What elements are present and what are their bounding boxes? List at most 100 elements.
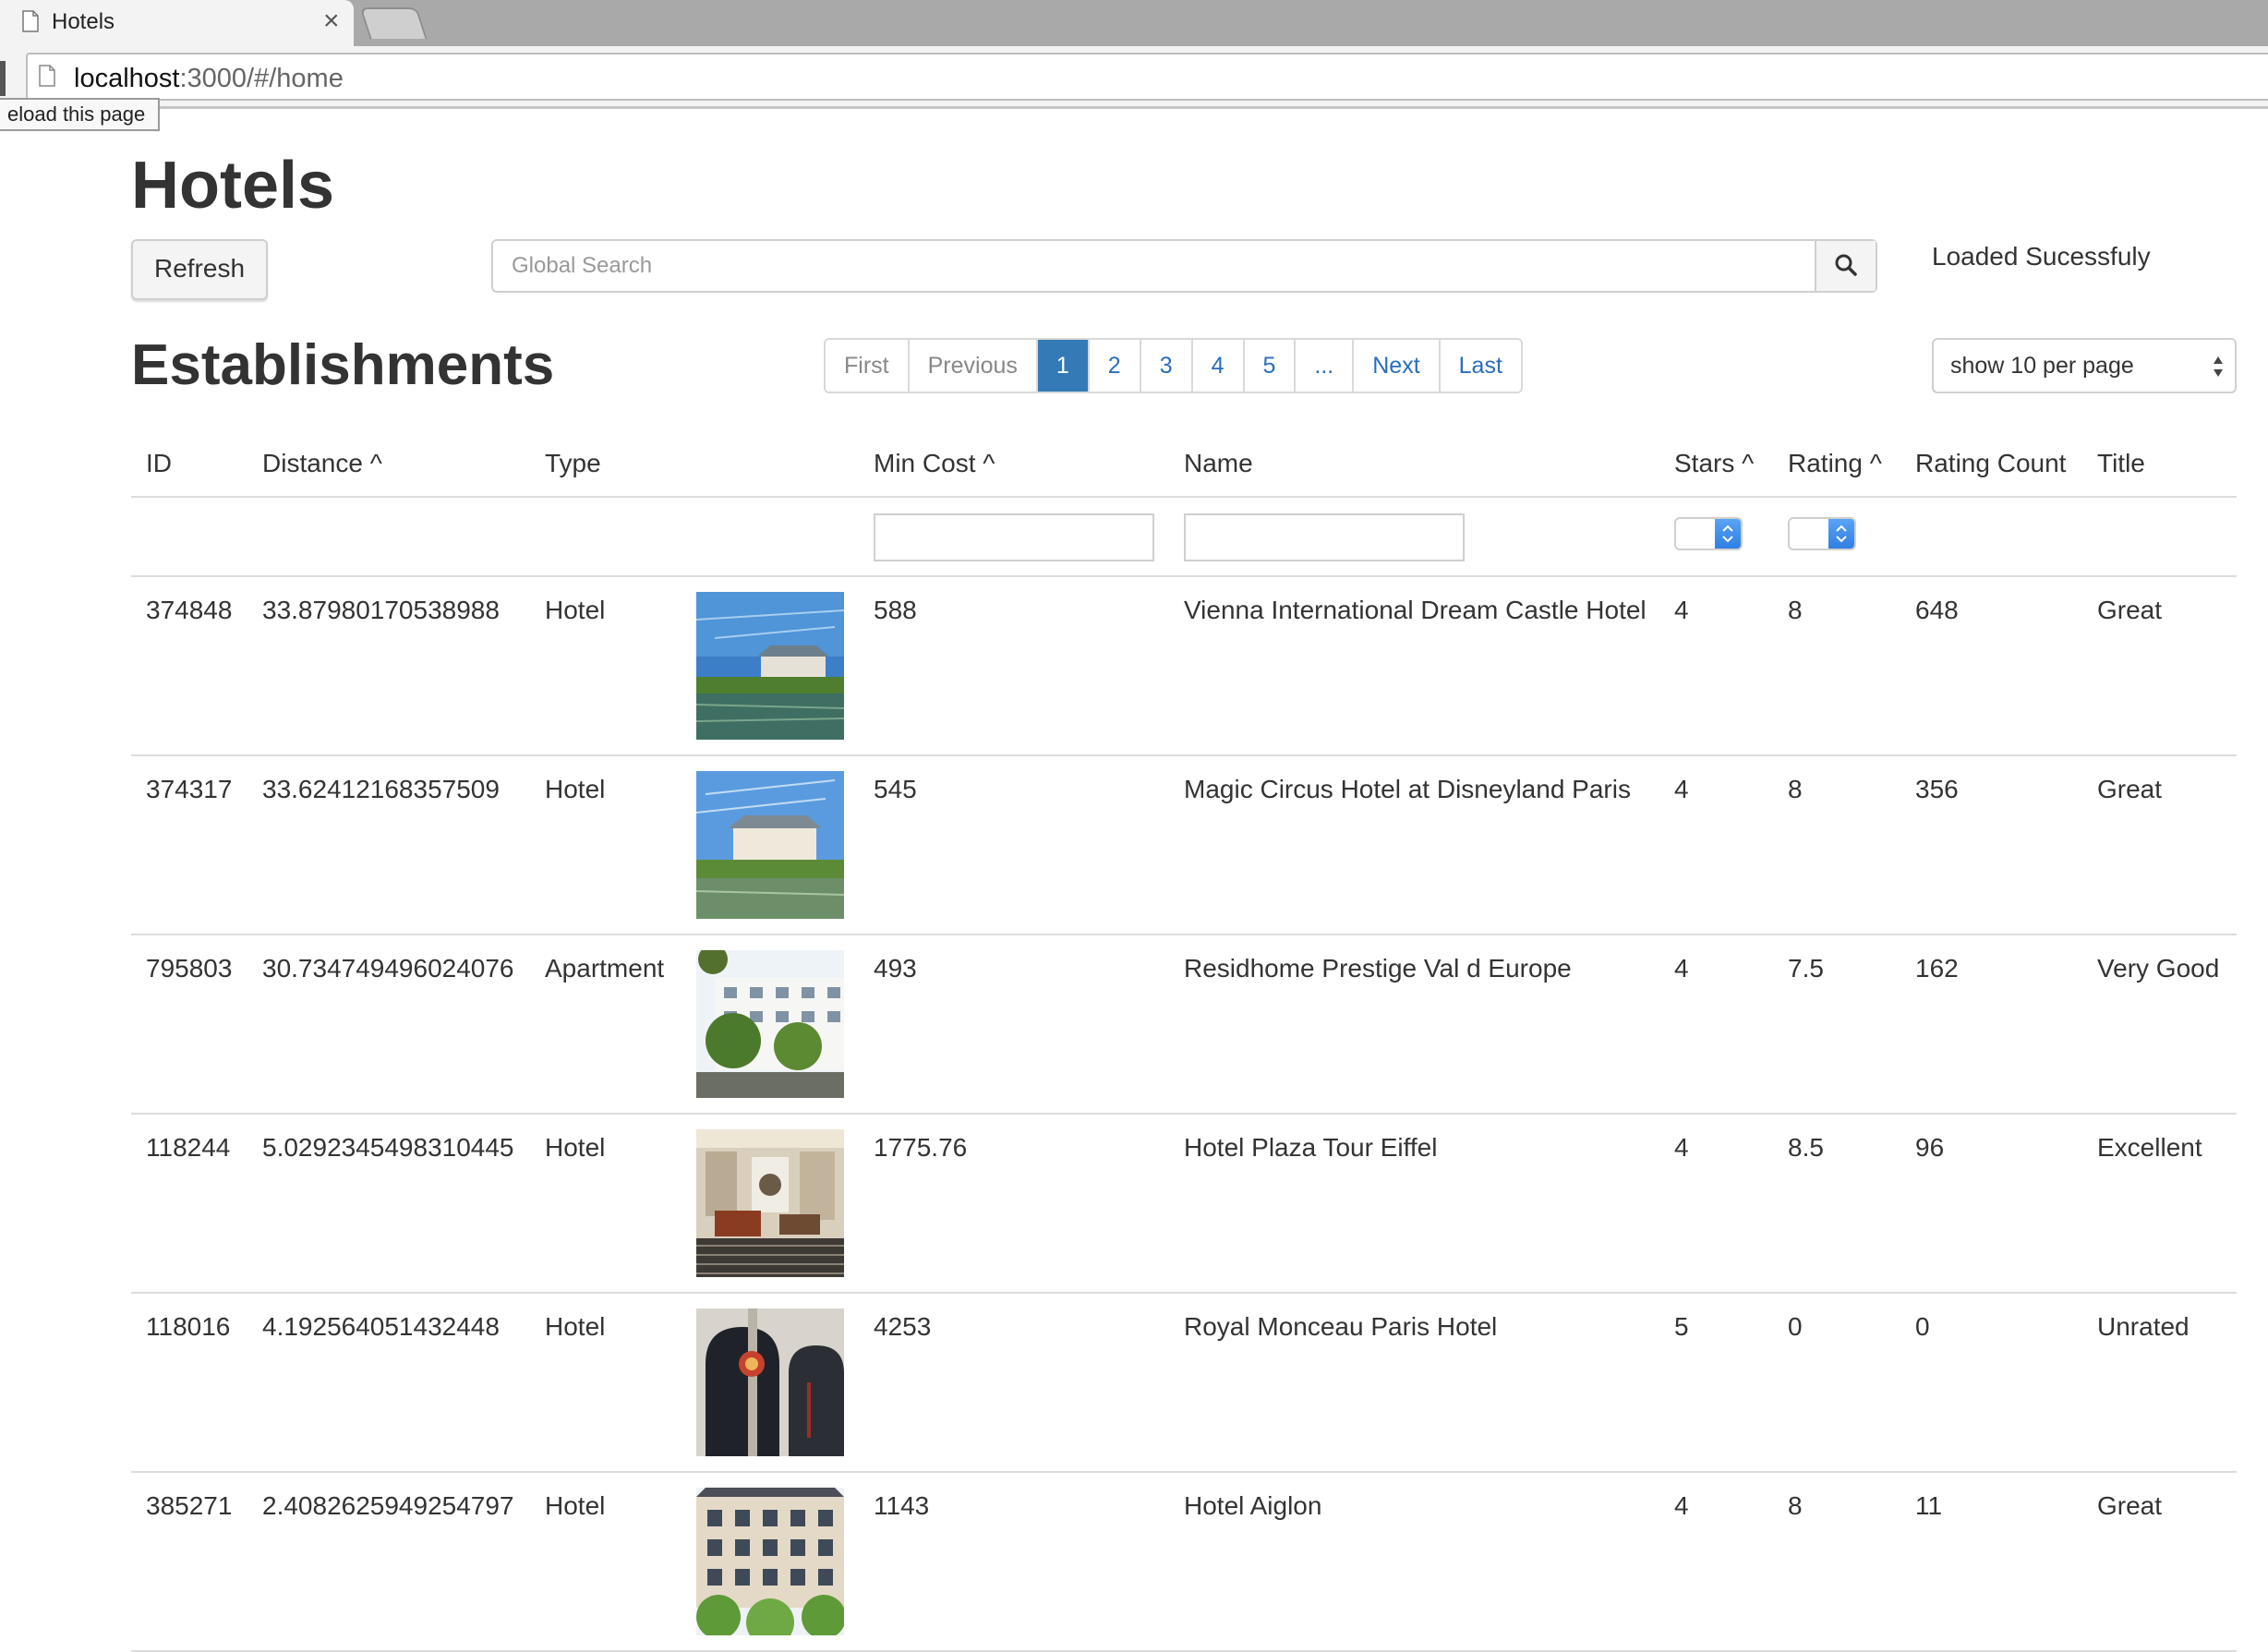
header-stars[interactable]: Stars ^ [1674,449,1754,478]
cell-min-cost: 1775.76 [874,1133,968,1162]
cell-stars: 4 [1674,775,1689,803]
cell-min-cost: 588 [874,596,917,624]
cell-rating: 8 [1788,775,1803,803]
page-first[interactable]: First [826,340,910,392]
rating-filter-select[interactable] [1788,517,1856,550]
table-row[interactable]: 374317 33.62412168357509 Hotel 545 Magic… [131,756,2237,935]
cell-min-cost: 1143 [874,1491,930,1520]
select-arrows-icon [2214,356,2223,377]
hotel-thumbnail [696,1129,844,1277]
cell-id: 118244 [146,1133,231,1162]
cell-stars: 4 [1674,954,1689,983]
cell-id: 385271 [146,1491,233,1520]
global-search [491,239,1877,293]
header-rating[interactable]: Rating ^ [1788,449,1882,478]
pagination: First Previous 1 2 3 4 5 ... Next Last [824,338,1523,393]
browser-tab-bar: Hotels × [0,0,2268,46]
page-1[interactable]: 1 [1037,340,1090,392]
cell-distance: 4.192564051432448 [262,1312,500,1341]
cell-id: 118016 [146,1312,231,1341]
status-message: Loaded Sucessfuly [1932,242,2151,271]
stars-filter-select[interactable] [1674,517,1743,550]
cell-rating-count: 162 [1915,954,1959,983]
header-min-cost[interactable]: Min Cost ^ [874,449,995,478]
header-divider [131,496,2237,498]
cell-rating: 7.5 [1788,954,1824,983]
page-last[interactable]: Last [1440,340,1521,392]
cell-type: Hotel [545,1312,606,1341]
cell-name[interactable]: Vienna International Dream Castle Hotel [1184,596,1647,625]
address-bar[interactable]: localhost:3000/#/home [26,53,2268,101]
page-icon [39,65,55,87]
page-previous[interactable]: Previous [909,340,1038,392]
header-distance[interactable]: Distance ^ [262,449,382,478]
per-page-value: show 10 per page [1950,353,2134,379]
url-text: localhost:3000/#/home [74,64,344,94]
header-title[interactable]: Title [2097,449,2145,478]
refresh-button[interactable]: Refresh [131,239,268,300]
cell-id: 374848 [146,596,233,624]
close-icon[interactable]: × [323,6,340,37]
cell-distance: 5.0292345498310445 [262,1133,514,1162]
cell-rating: 0 [1788,1312,1803,1341]
reload-button-edge[interactable] [0,61,6,96]
name-filter-input[interactable] [1184,513,1465,561]
header-id[interactable]: ID [146,449,172,478]
cell-min-cost: 4253 [874,1312,932,1341]
cell-stars: 5 [1674,1312,1689,1341]
cell-type: Hotel [545,775,606,803]
table-row[interactable]: 374848 33.87980170538988 Hotel 588 Vienn… [131,577,2237,756]
cell-rating-count: 96 [1915,1133,1945,1162]
cell-title: Unrated [2097,1312,2190,1341]
hotel-thumbnail [696,1308,844,1456]
url-host: localhost [74,64,180,93]
hotel-thumbnail [696,771,844,919]
cell-type: Hotel [545,596,606,624]
browser-tab[interactable]: Hotels × [0,0,354,46]
page-5[interactable]: 5 [1244,340,1297,392]
cell-name[interactable]: Hotel Aiglon [1184,1491,1321,1521]
page-icon [22,10,39,32]
table-row[interactable]: 118244 5.0292345498310445 Hotel 1775.76 … [131,1115,2237,1294]
cell-rating-count: 0 [1915,1312,1930,1341]
search-icon [1835,254,1857,276]
cell-title: Great [2097,1491,2163,1520]
page-ellipsis[interactable]: ... [1296,340,1355,392]
cell-rating-count: 356 [1915,775,1959,803]
cell-distance: 33.62412168357509 [262,775,500,803]
cell-rating: 8 [1788,1491,1803,1520]
cell-rating-count: 648 [1915,596,1959,624]
min-cost-filter-input[interactable] [874,513,1154,561]
cell-rating-count: 11 [1915,1491,1943,1520]
cell-min-cost: 493 [874,954,917,983]
header-type[interactable]: Type [545,449,601,478]
header-name[interactable]: Name [1184,449,1253,478]
stepper-icon [1722,525,1733,543]
table-row[interactable]: 118016 4.192564051432448 Hotel 4253 Roya… [131,1294,2237,1473]
page-3[interactable]: 3 [1140,340,1193,392]
cell-type: Hotel [545,1491,606,1520]
browser-toolbar: localhost:3000/#/home [0,46,2268,109]
hotel-thumbnail [696,592,844,740]
cell-name[interactable]: Royal Monceau Paris Hotel [1184,1312,1497,1342]
cell-name[interactable]: Magic Circus Hotel at Disneyland Paris [1184,775,1631,804]
cell-type: Hotel [545,1133,606,1162]
page-4[interactable]: 4 [1192,340,1245,392]
new-tab-button[interactable] [359,7,428,39]
url-path: :3000/#/home [179,64,344,93]
table-row[interactable]: 795803 30.734749496024076 Apartment 493 … [131,935,2237,1115]
table-row[interactable]: 385271 2.4082625949254797 Hotel 1143 Hot… [131,1473,2237,1652]
cell-min-cost: 545 [874,775,917,803]
cell-type: Apartment [545,954,665,983]
search-button[interactable] [1815,241,1876,291]
search-input[interactable] [493,241,1816,291]
per-page-select[interactable]: show 10 per page [1932,338,2237,393]
cell-rating: 8.5 [1788,1133,1824,1162]
cell-title: Great [2097,596,2163,624]
cell-name[interactable]: Residhome Prestige Val d Europe [1184,954,1572,983]
header-rating-count[interactable]: Rating Count [1915,449,2066,478]
reload-tooltip: eload this page [0,98,161,131]
cell-name[interactable]: Hotel Plaza Tour Eiffel [1184,1133,1437,1163]
page-2[interactable]: 2 [1089,340,1141,392]
page-next[interactable]: Next [1354,340,1441,392]
